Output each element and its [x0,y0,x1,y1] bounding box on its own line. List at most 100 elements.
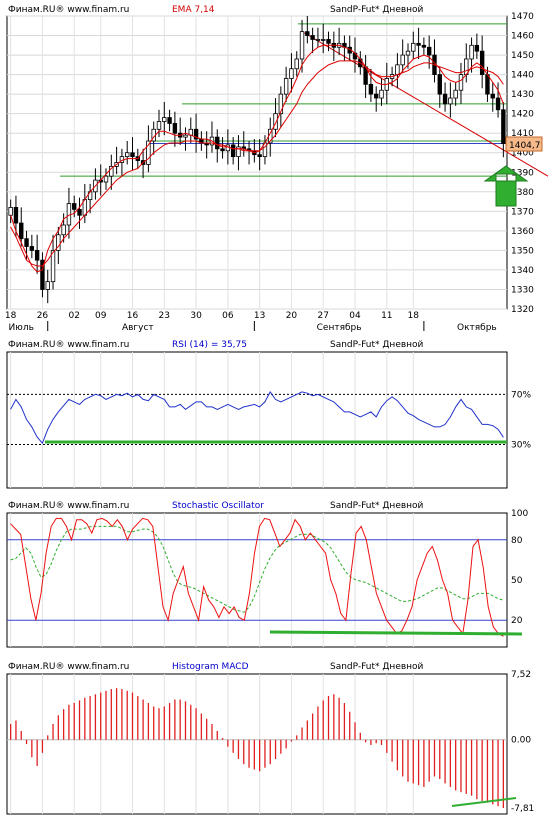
price-y-tick: 1470 [511,12,534,22]
candle-body [374,93,379,99]
price-y-tick: 1360 [511,227,534,237]
panel3-title: Stochastic Oscillator [172,501,264,511]
price-month-label: Сентябрь [317,323,362,333]
candle-body [458,74,464,91]
price-x-tick: 23 [159,311,170,321]
candle-body [34,249,40,261]
candle-body [299,31,305,60]
panel2-instrument-label: SandP-Fut* Дневной [330,340,424,350]
candle-body [421,44,427,48]
price-month-label: Октябрь [457,323,497,333]
price-x-tick: 04 [349,311,361,321]
price-x-tick: 18 [5,311,17,321]
price-month-label: Август [122,323,154,333]
price-x-tick: 09 [95,311,107,321]
candle-body [485,74,490,95]
candle-body [220,148,225,152]
stochastic-support-annotation [269,630,523,636]
candle-body [495,97,501,111]
panel3-instrument-label: SandP-Fut* Дневной [330,501,424,511]
panel2-title: RSI (14) = 35,75 [172,340,247,350]
price-x-tick: 11 [381,311,392,321]
stochastic-y-tick: 80 [511,536,523,546]
price-x-tick: 26 [37,311,49,321]
candle-body [156,121,162,130]
candle-body [167,117,172,124]
macd-panel: Финам.RU® www.finam.ru Histogram MACD Sa… [6,662,534,815]
price-month-labels: Июль Август Сентябрь Октябрь [9,321,497,333]
macd-y-tick: 0.00 [511,736,531,746]
candle-body [61,224,66,236]
rsi-level-label: 30% [511,440,531,450]
price-y-tick: 1450 [511,51,534,61]
last-price-value: 1404,7 [509,141,541,151]
candle-body [326,39,331,44]
price-y-tick: 1420 [511,110,534,120]
candle-body [183,134,188,138]
candle-body [448,97,453,105]
candle-body [230,144,236,158]
price-y-tick: 1330 [511,285,534,295]
macd-y-ticks: 7,52 0.00 -7,81 [511,670,534,814]
candle-body [479,50,485,76]
price-y-tick: 1340 [511,266,534,276]
price-x-tick: 02 [68,311,79,321]
candle-body [257,154,262,158]
price-y-tick: 1350 [511,246,534,256]
candle-body [283,78,289,95]
panel1-source-label: Финам.RU® www.finam.ru [8,5,129,15]
price-x-tick: 13 [254,311,265,321]
candle-body [77,208,82,216]
price-y-tick: 1440 [511,71,534,81]
panel1-instrument-label: SandP-Fut* Дневной [330,5,424,15]
panel2-source-label: Финам.RU® www.finam.ru [8,340,129,350]
stochastic-plot-frame [6,512,508,648]
stochastic-panel: Финам.RU® www.finam.ru Stochastic Oscill… [6,501,528,648]
candle-body [310,35,315,40]
candle-body [8,207,13,216]
price-x-tick: 27 [317,311,328,321]
candle-body [400,54,405,66]
candle-body [474,44,480,52]
panel4-title: Histogram MACD [172,662,249,672]
candle-body [426,46,432,56]
macd-y-tick: -7,81 [511,804,534,814]
candle-body [13,207,19,224]
candle-body [130,152,135,158]
candle-body [72,203,77,210]
candle-body [321,39,326,41]
price-x-tick: 30 [190,311,202,321]
candle-body [24,238,29,247]
candle-body [162,117,167,122]
candle-body [294,58,299,70]
price-x-tick: 20 [286,311,298,321]
candle-body [490,93,495,99]
candle-body [103,175,109,183]
candle-body [45,281,50,290]
candle-body [411,42,416,52]
candle-body [289,68,294,79]
candle-body [453,89,458,99]
price-x-ticks: 18 26 02 09 16 23 30 06 13 20 27 04 11 18 [5,311,419,321]
candle-body [29,246,35,251]
price-month-label: Июль [9,323,34,333]
price-y-tick: 1460 [511,32,534,42]
rsi-level-label: 70% [511,390,531,400]
candle-body [305,31,310,36]
candle-body [215,136,220,150]
panel4-source-label: Финам.RU® www.finam.ru [8,662,129,672]
stochastic-y-tick: 50 [511,576,523,586]
candle-body [405,50,411,56]
stochastic-y-ticks: 20 50 80 100 [511,509,528,626]
price-y-tick: 1430 [511,90,534,100]
price-y-tick: 1370 [511,207,534,217]
candle-body [172,123,178,134]
panel4-instrument-label: SandP-Fut* Дневной [330,662,424,672]
stochastic-y-tick: 20 [511,616,523,626]
price-y-tick: 1320 [511,305,534,315]
candle-body [437,74,442,95]
candle-body [125,152,130,158]
candle-body [442,93,448,105]
candle-body [379,89,384,99]
panel1-title: EMA 7,14 [172,5,215,15]
